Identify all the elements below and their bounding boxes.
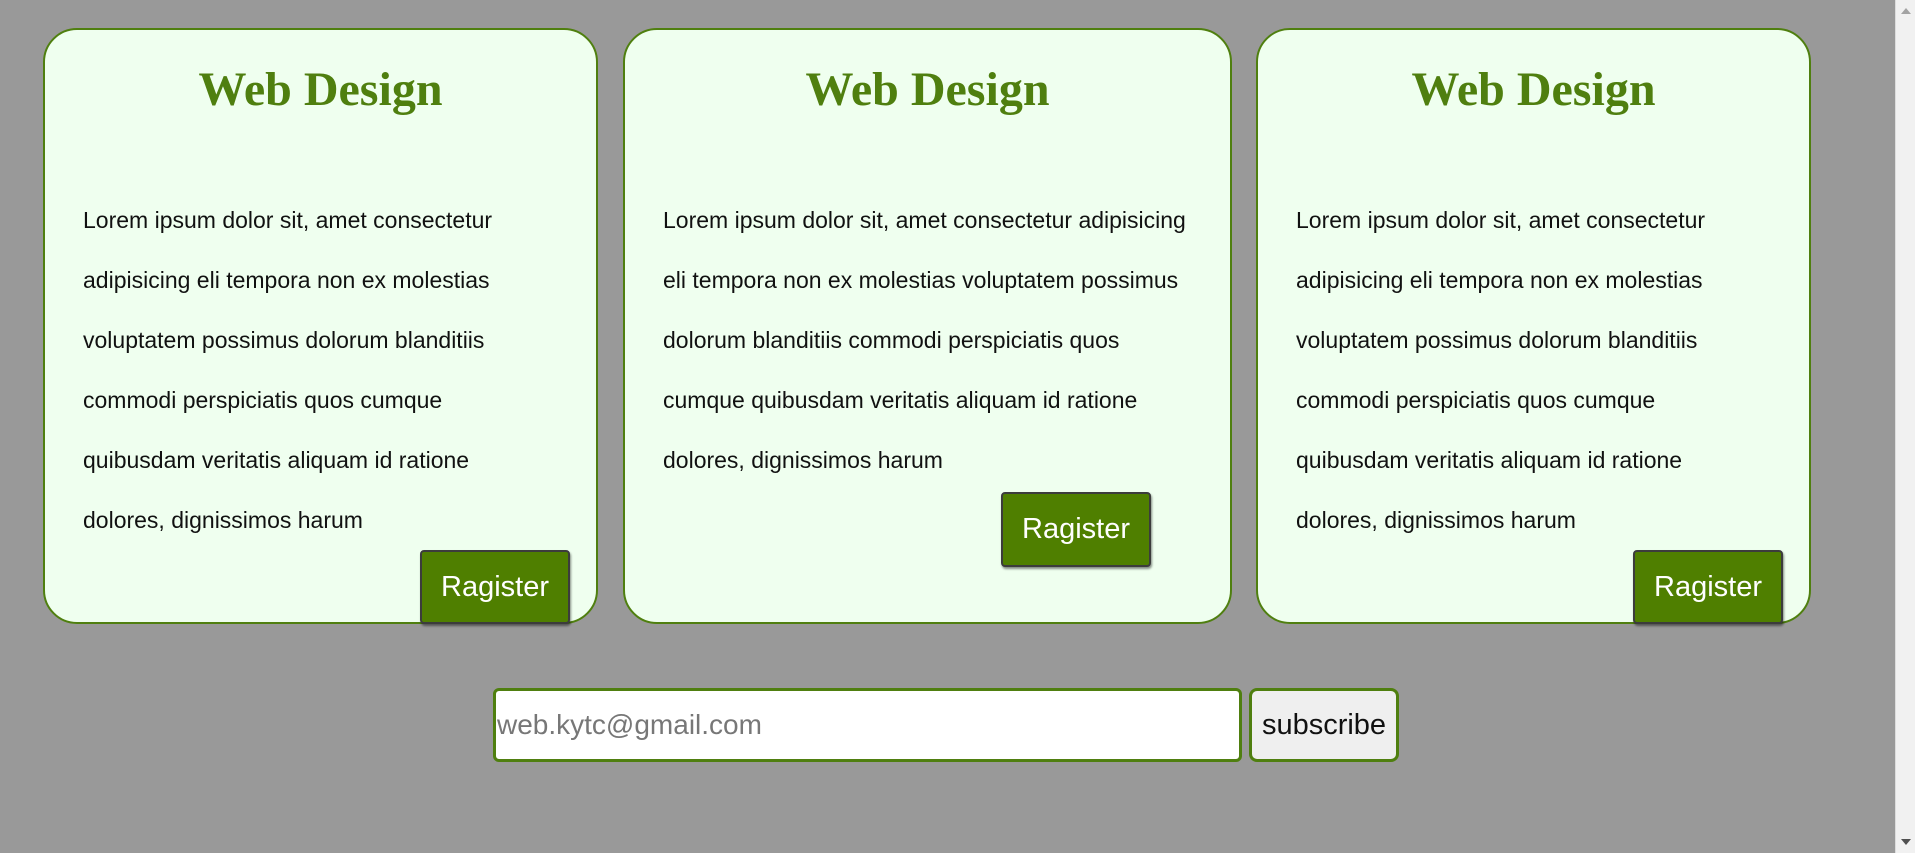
- page: Web Design Lorem ipsum dolor sit, amet c…: [0, 0, 1915, 853]
- register-button[interactable]: Ragister: [1001, 492, 1151, 567]
- subscribe-button[interactable]: subscribe: [1249, 688, 1399, 762]
- email-input[interactable]: [493, 688, 1242, 762]
- card-title: Web Design: [1411, 63, 1656, 116]
- register-button[interactable]: Ragister: [1633, 550, 1783, 624]
- course-card: Web Design Lorem ipsum dolor sit, amet c…: [623, 28, 1232, 624]
- scroll-up-arrow-icon[interactable]: [1901, 8, 1911, 14]
- card-description: Lorem ipsum dolor sit, amet consectetur …: [663, 207, 1186, 473]
- register-button[interactable]: Ragister: [420, 550, 570, 624]
- card-description: Lorem ipsum dolor sit, amet consectetur …: [1296, 207, 1706, 533]
- course-card: Web Design Lorem ipsum dolor sit, amet c…: [43, 28, 598, 624]
- card-description: Lorem ipsum dolor sit, amet consectetur …: [83, 207, 493, 533]
- card-title: Web Design: [198, 63, 443, 116]
- scroll-down-arrow-icon[interactable]: [1901, 839, 1911, 845]
- course-card: Web Design Lorem ipsum dolor sit, amet c…: [1256, 28, 1811, 624]
- vertical-scrollbar[interactable]: [1895, 0, 1915, 853]
- card-title: Web Design: [805, 63, 1050, 116]
